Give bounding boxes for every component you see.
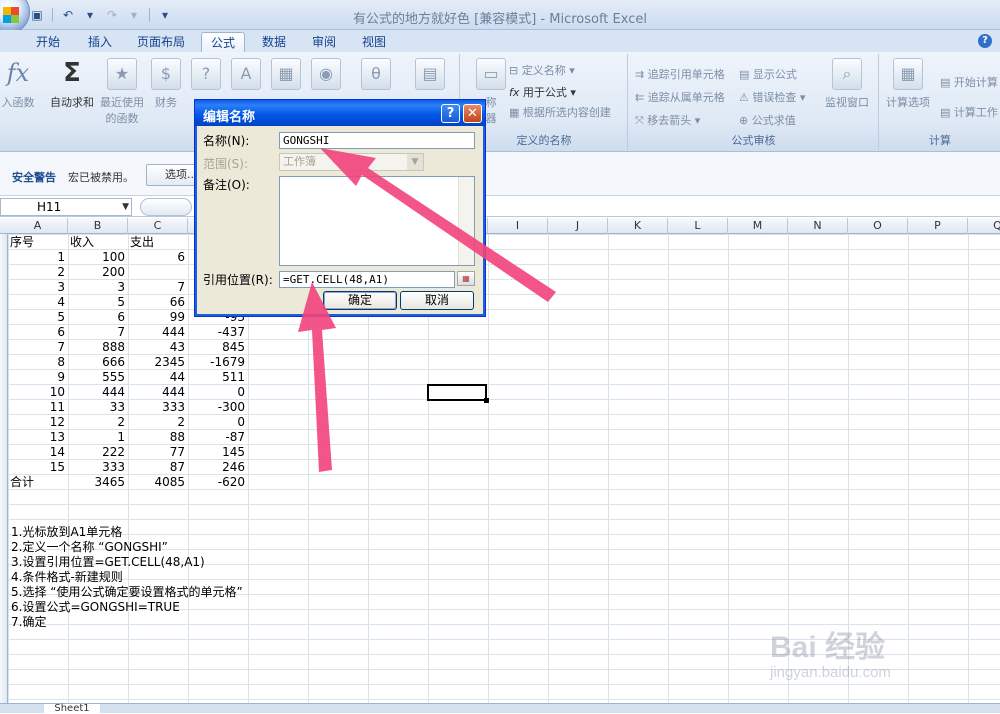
annotation-arrows xyxy=(298,148,556,472)
arrow-to-refers-field xyxy=(298,282,336,472)
arrow-to-name-field xyxy=(320,148,556,302)
